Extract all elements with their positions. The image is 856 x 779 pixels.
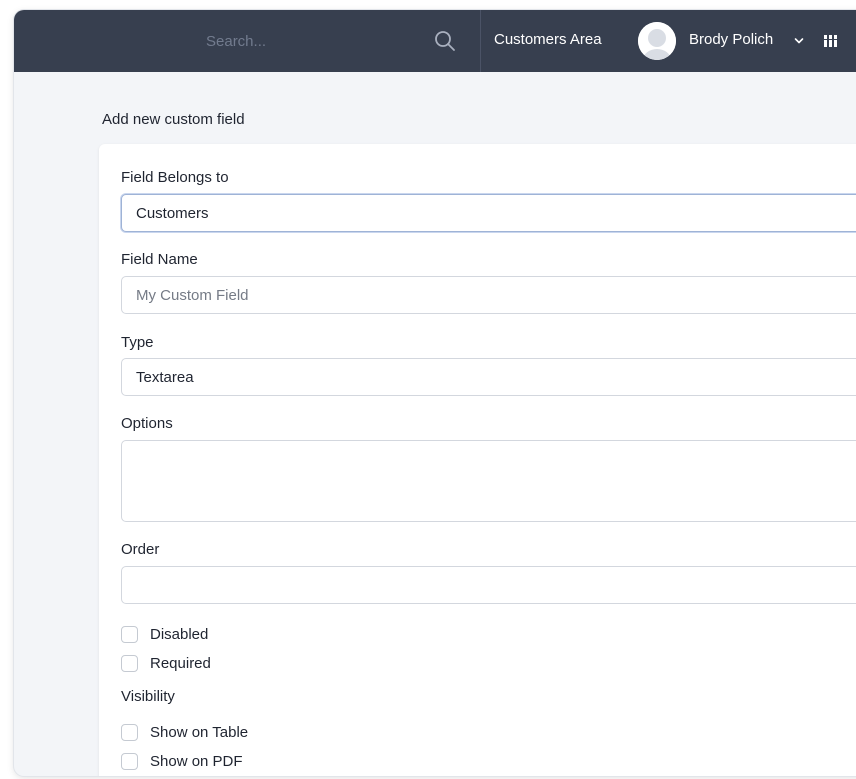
visibility-label: Visibility [121,688,175,705]
required-checkbox-row[interactable]: Required [121,653,211,673]
show-on-table-row[interactable]: Show on Table [121,722,248,742]
show-on-pdf-checkbox[interactable] [121,752,138,770]
customers-area-link[interactable]: Customers Area [494,31,602,48]
custom-field-form: Field Belongs to Customers Field Name Ty… [99,144,856,776]
show-on-table-checkbox[interactable] [121,723,138,741]
required-checkbox[interactable] [121,654,138,672]
options-label: Options [121,415,173,432]
chevron-down-icon[interactable] [794,36,804,46]
disabled-checkbox-row[interactable]: Disabled [121,624,208,644]
disabled-checkbox[interactable] [121,625,138,643]
search-icon[interactable] [434,30,456,52]
search-area [14,10,481,72]
app-window: Customers Area Brody Polich Add new cust… [14,10,856,776]
field-name-input[interactable] [121,276,856,314]
disabled-checkbox-label: Disabled [150,625,209,643]
search-input[interactable] [174,24,434,58]
page-title: Add new custom field [102,111,245,128]
type-label: Type [121,334,154,351]
type-value: Textarea [136,368,194,386]
order-label: Order [121,541,160,558]
field-name-label: Field Name [121,251,198,268]
top-navbar: Customers Area Brody Polich [14,10,856,72]
required-checkbox-label: Required [150,654,211,672]
avatar[interactable] [638,22,676,60]
field-belongs-to-label: Field Belongs to [121,169,229,186]
show-on-pdf-row[interactable]: Show on PDF [121,751,243,771]
show-on-pdf-label: Show on PDF [150,752,243,770]
type-select[interactable]: Textarea [121,358,856,396]
options-textarea[interactable] [121,440,856,522]
user-menu-name[interactable]: Brody Polich [689,31,773,48]
show-on-table-label: Show on Table [150,723,249,741]
field-belongs-to-value: Customers [136,204,209,222]
user-avatar-icon [638,22,676,60]
order-input[interactable] [121,566,856,604]
field-belongs-to-select[interactable]: Customers [121,194,856,232]
grid-icon[interactable] [824,35,838,47]
